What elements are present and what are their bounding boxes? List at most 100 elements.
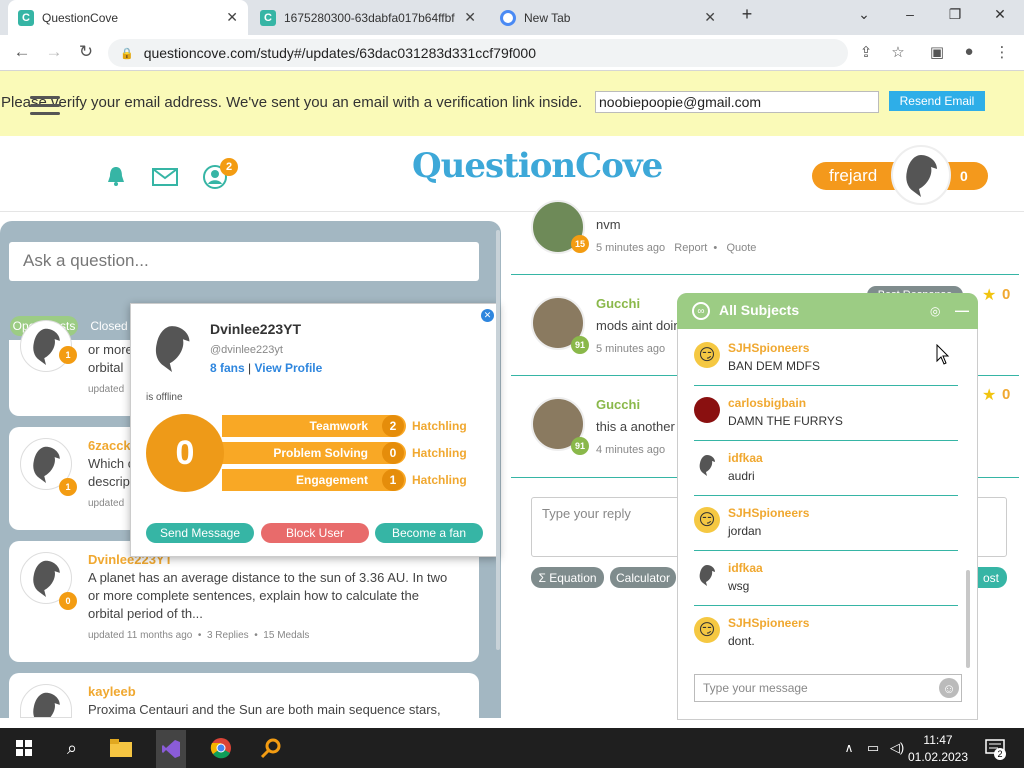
- stat-value: 0: [382, 442, 404, 464]
- minimize-chat-icon[interactable]: —: [955, 302, 969, 318]
- chat-message: DAMN THE FURRYS: [728, 414, 843, 428]
- restore-icon[interactable]: ❐: [943, 6, 967, 23]
- reply-divider: [511, 274, 1019, 275]
- question-text: orbital: [88, 360, 124, 375]
- stat-label: Teamwork: [309, 419, 368, 433]
- medal-icon[interactable]: ★: [982, 385, 996, 405]
- popup-fans-line: 8 fans | View Profile: [210, 361, 322, 375]
- profile-icon[interactable]: ●: [959, 43, 979, 60]
- close-tab-icon[interactable]: ✕: [464, 9, 476, 26]
- reply-text: nvm: [596, 217, 621, 232]
- hamburger-menu-icon[interactable]: [30, 96, 60, 120]
- file-explorer-icon[interactable]: [106, 733, 136, 763]
- current-username[interactable]: frejard: [829, 166, 877, 186]
- popup-handle: @dvinlee223yt: [210, 344, 283, 356]
- report-link[interactable]: Report: [674, 242, 707, 254]
- question-author[interactable]: 6zacck: [88, 438, 131, 453]
- chat-title: All Subjects: [719, 302, 800, 318]
- question-text: orbital period of th...: [88, 606, 203, 621]
- visual-studio-icon[interactable]: [156, 730, 186, 768]
- mail-icon[interactable]: [152, 168, 178, 192]
- chrome-icon[interactable]: [206, 733, 236, 763]
- tab-title: QuestionCove: [42, 10, 119, 25]
- tab-closed[interactable]: Closed: [86, 316, 132, 336]
- url-field[interactable]: 🔒 questioncove.com/study#/updates/63dac0…: [108, 39, 848, 67]
- bookmark-star-icon[interactable]: ☆: [888, 43, 908, 61]
- reply-badge: 91: [571, 437, 589, 455]
- chat-author[interactable]: SJHSpioneers: [728, 616, 809, 630]
- resend-email-button[interactable]: Resend Email: [889, 91, 985, 111]
- side-panel-icon[interactable]: ▣: [927, 43, 947, 61]
- browser-tab-questioncove[interactable]: C QuestionCove ✕: [8, 0, 248, 35]
- hide-chat-icon[interactable]: ◎: [930, 304, 940, 318]
- block-user-button[interactable]: Block User: [261, 523, 369, 543]
- popup-username: Dvinlee223YT: [210, 321, 302, 337]
- close-tab-icon[interactable]: ✕: [704, 9, 716, 26]
- chat-author[interactable]: carlosbigbain: [728, 396, 806, 410]
- forward-icon[interactable]: →: [43, 42, 65, 62]
- browser-tab-newtab[interactable]: New Tab ✕: [490, 0, 726, 35]
- verify-message: Please verify your email address. We've …: [1, 94, 583, 111]
- chat-message: BAN DEM MDFS: [728, 359, 821, 373]
- user-avatar[interactable]: [891, 145, 951, 205]
- question-author[interactable]: kayleeb: [88, 684, 136, 699]
- ask-question-input[interactable]: Ask a question...: [9, 242, 479, 281]
- browser-tab-image[interactable]: C 1675280300-63dabfa017b64ffbf ✕: [250, 0, 486, 35]
- view-profile-link[interactable]: View Profile: [255, 361, 323, 375]
- window-close-icon[interactable]: ✕: [988, 6, 1012, 23]
- lock-icon: 🔒: [120, 47, 134, 60]
- chat-author[interactable]: SJHSpioneers: [728, 341, 809, 355]
- taskbar-time[interactable]: 11:47: [913, 733, 963, 747]
- new-tab-icon[interactable]: +: [735, 4, 759, 25]
- notification-count-badge: 2: [994, 748, 1006, 760]
- chat-author[interactable]: idfkaa: [728, 451, 763, 465]
- dolphin-icon[interactable]: [694, 452, 720, 478]
- reply-author[interactable]: Gucchi: [596, 397, 640, 412]
- share-icon[interactable]: ⇪: [856, 43, 876, 61]
- popup-fans[interactable]: 8 fans: [210, 361, 245, 375]
- bullet-separator: •: [251, 630, 264, 641]
- smiley-icon[interactable]: 😏: [694, 507, 720, 533]
- chat-divider: [694, 605, 958, 606]
- magnifier-app-icon[interactable]: [256, 733, 286, 763]
- popup-close-icon[interactable]: ✕: [481, 309, 494, 322]
- notifications-icon[interactable]: [980, 733, 1010, 763]
- question-updated: updated 11 months ago: [88, 630, 193, 641]
- stat-rank: Hatchling: [412, 419, 467, 433]
- verify-email-field[interactable]: [595, 91, 879, 113]
- reload-icon[interactable]: ↻: [75, 42, 97, 62]
- scrollbar[interactable]: [496, 230, 500, 650]
- calculator-button[interactable]: Calculator: [610, 567, 676, 588]
- chat-message-input[interactable]: Type your message: [694, 674, 962, 702]
- minimize-icon[interactable]: –: [898, 6, 922, 22]
- smartscore-value: 0: [175, 433, 195, 472]
- chat-author[interactable]: SJHSpioneers: [728, 506, 809, 520]
- dolphin-icon[interactable]: [694, 562, 720, 588]
- quote-link[interactable]: Quote: [726, 242, 756, 254]
- close-tab-icon[interactable]: ✕: [226, 9, 238, 26]
- become-fan-button[interactable]: Become a fan: [375, 523, 483, 543]
- dolphin-avatar: [148, 321, 196, 380]
- chat-scrollbar[interactable]: [966, 570, 970, 668]
- chat-author[interactable]: idfkaa: [728, 561, 763, 575]
- smiley-icon[interactable]: 😏: [694, 342, 720, 368]
- question-text: or more complete sentences, explain how …: [88, 588, 419, 603]
- reply-text: mods aint doin: [596, 318, 681, 333]
- emoji-icon[interactable]: ☺: [939, 678, 959, 698]
- search-icon[interactable]: ⌕: [57, 733, 87, 763]
- taskbar-date[interactable]: 01.02.2023: [905, 750, 971, 764]
- medal-icon[interactable]: ★: [982, 285, 996, 305]
- bell-icon[interactable]: [105, 165, 127, 193]
- back-icon[interactable]: ←: [11, 42, 33, 62]
- send-message-button[interactable]: Send Message: [146, 523, 254, 543]
- user-avatar[interactable]: [694, 397, 720, 423]
- questioncove-logo[interactable]: QuestionCove: [412, 146, 663, 186]
- equation-button[interactable]: Σ Equation: [531, 567, 604, 588]
- chrome-menu-icon[interactable]: ⋮: [992, 43, 1012, 61]
- tab-search-icon[interactable]: ⌄: [852, 6, 876, 23]
- stat-label: Engagement: [295, 473, 368, 487]
- smartscore-circle: 0: [146, 414, 224, 492]
- windows-start-icon[interactable]: [9, 733, 39, 763]
- reply-author[interactable]: Gucchi: [596, 296, 640, 311]
- smiley-icon[interactable]: 😏: [694, 617, 720, 643]
